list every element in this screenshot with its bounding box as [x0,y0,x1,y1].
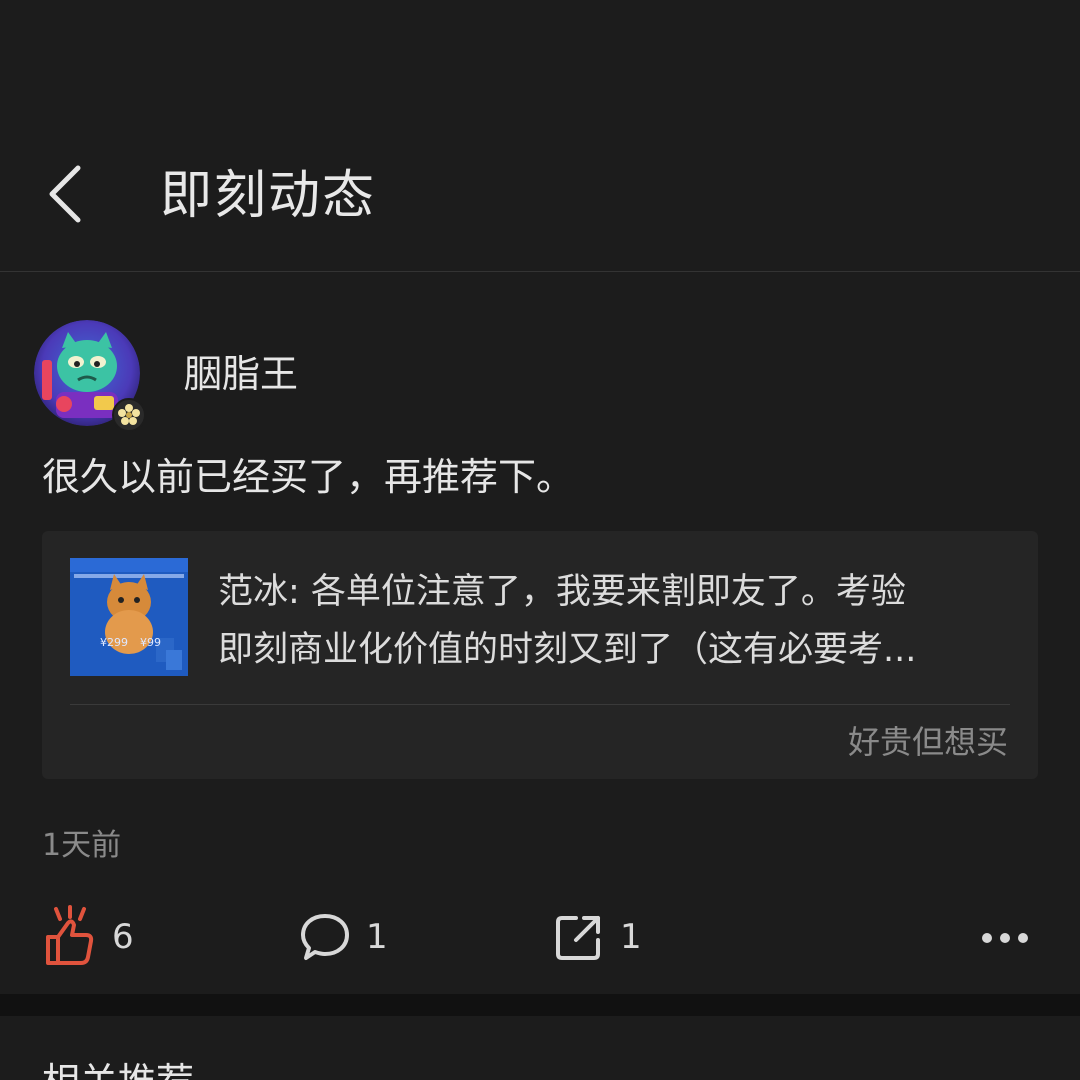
shared-text-line: 即刻商业化价值的时刻又到了（这有必要考... [218,630,917,670]
shared-text: 范冰: 各单位注意了，我要来割即友了。考验 即刻商业化价值的时刻又到了（这有必要… [218,563,1008,679]
more-dots-icon [978,928,1032,947]
thumb-price-right: ¥99 [140,636,161,649]
related-section-title: 相关推荐 [42,1056,194,1080]
shared-text-line: 范冰: 各单位注意了，我要来割即友了。考验 [218,572,906,612]
post-timestamp: 1天前 [42,828,122,863]
chevron-left-icon [49,165,81,223]
comment-icon [301,914,349,960]
like-button[interactable]: 6 [42,904,134,970]
username[interactable]: 胭脂王 [184,348,298,400]
post-text: 很久以前已经买了，再推荐下。 [42,455,575,499]
like-count: 6 [112,917,134,957]
share-count: 1 [620,917,642,957]
card-divider [70,704,1010,705]
more-options-button[interactable] [978,904,1032,970]
share-button[interactable]: 1 [552,904,642,970]
header: 即刻动态 [0,0,1080,272]
page: 即刻动态 胭脂王 很久以前已经买了，再推荐下。 ¥299 ¥99 范冰: 各单位… [0,0,1080,1080]
verified-badge [112,398,146,432]
topic-tag[interactable]: 好贵但想买 [848,719,1008,765]
page-title: 即刻动态 [160,166,377,226]
thumb-price-left: ¥299 [100,636,128,649]
share-icon [556,916,600,960]
header-divider [0,271,1080,272]
shared-post-card[interactable]: ¥299 ¥99 范冰: 各单位注意了，我要来割即友了。考验 即刻商业化价值的时… [42,531,1038,779]
flower-icon [118,404,140,425]
thumbs-up-icon [46,905,94,965]
shared-thumbnail: ¥299 ¥99 [70,558,188,676]
section-separator [0,994,1080,1016]
back-button[interactable] [38,158,98,230]
comment-button[interactable]: 1 [298,904,388,970]
comment-count: 1 [366,917,388,957]
